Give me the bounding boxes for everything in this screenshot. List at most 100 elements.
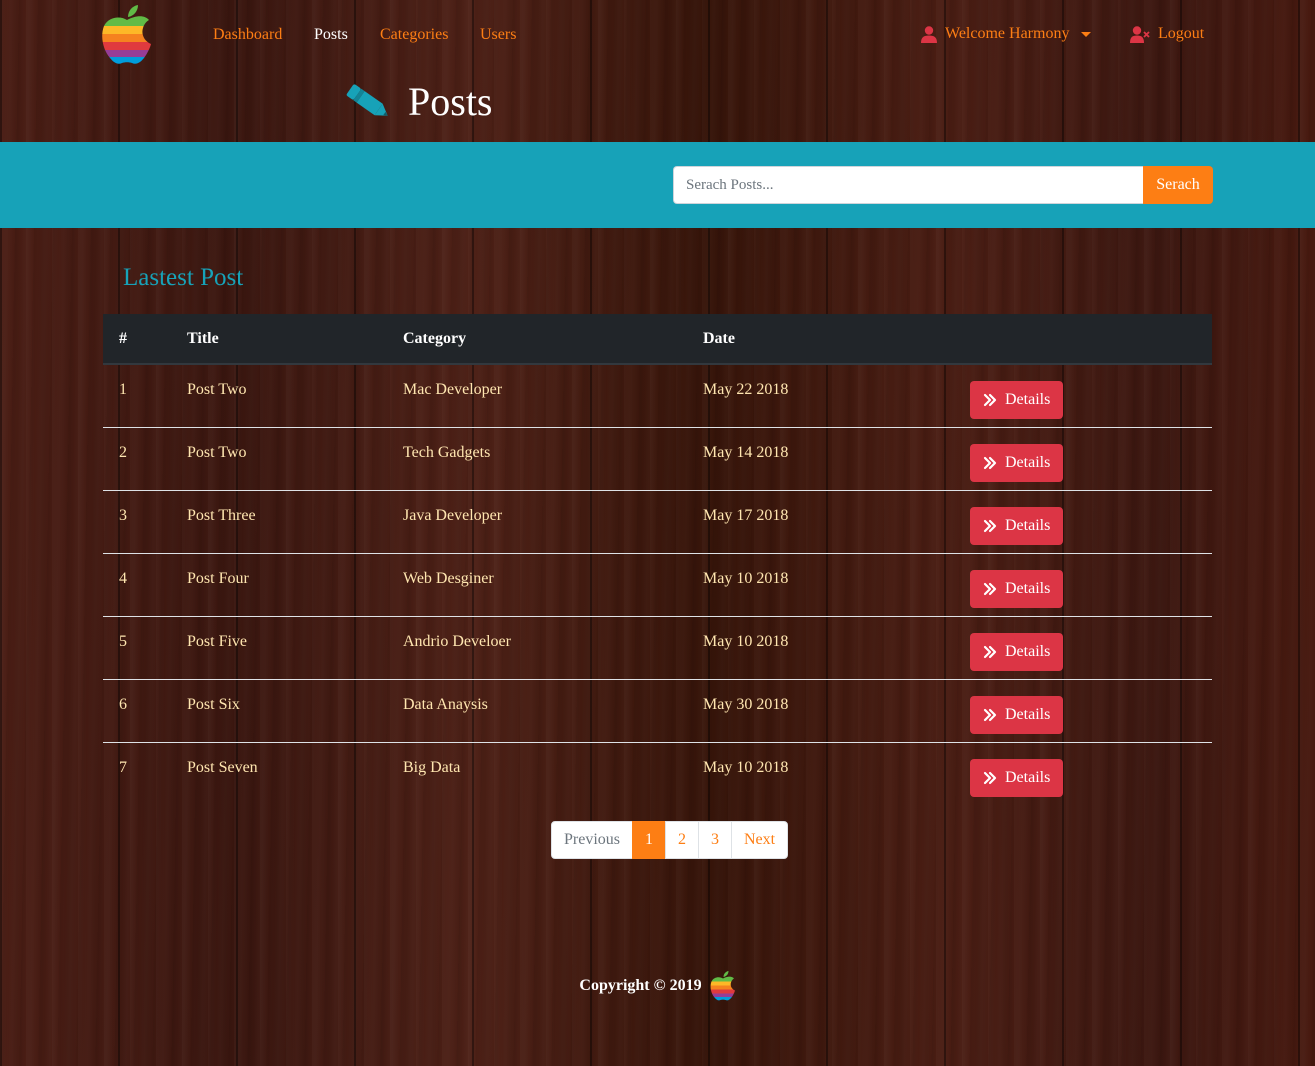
page-header: Posts: [342, 78, 493, 125]
row-date: May 17 2018: [703, 506, 789, 524]
column-header-number: #: [103, 314, 171, 365]
user-times-icon: [1130, 25, 1150, 43]
row-number: 6: [119, 695, 127, 713]
row-title: Post Six: [187, 695, 240, 713]
row-number: 1: [119, 381, 127, 398]
column-header-actions: [954, 314, 1212, 365]
nav-dashboard[interactable]: Dashboard: [213, 26, 282, 44]
angle-double-right-icon: [983, 708, 997, 721]
logout-link[interactable]: Logout: [1130, 25, 1204, 43]
welcome-label: Welcome Harmony: [945, 25, 1070, 42]
details-button[interactable]: Details: [970, 632, 1064, 671]
pencil-icon: [346, 83, 388, 116]
details-button[interactable]: Details: [970, 443, 1064, 482]
row-date: May 10 2018: [703, 632, 789, 650]
welcome-dropdown[interactable]: Welcome Harmony: [921, 25, 1092, 43]
row-date: May 10 2018: [703, 569, 789, 587]
row-action-cell: Details: [954, 679, 1212, 742]
pagination-page-3[interactable]: 3: [698, 821, 732, 859]
row-category: Andrio Develoer: [403, 632, 511, 650]
row-date: May 14 2018: [703, 443, 789, 461]
table-row: 2 Post Two Tech Gadgets May 14 2018 Details: [103, 427, 1212, 490]
row-title: Post Four: [187, 569, 249, 587]
row-number: 2: [119, 443, 127, 461]
details-label: Details: [1005, 579, 1051, 597]
row-action-cell: Details: [954, 364, 1212, 427]
posts-table-body: 1 Post Two Mac Developer May 22 2018 Details…: [103, 364, 1212, 805]
row-title: Post Two: [187, 443, 247, 461]
nav-posts[interactable]: Posts: [314, 26, 348, 44]
angle-double-right-icon: [983, 393, 997, 407]
table-row: 5 Post Five Andrio Develoer May 10 2018 Deta…: [103, 616, 1212, 679]
column-header-date: Date: [687, 314, 954, 365]
page-title: Posts: [408, 79, 493, 124]
copyright-text: Copyright © 2019: [579, 977, 702, 994]
row-title: Post Three: [187, 506, 256, 524]
details-label: Details: [1005, 453, 1051, 471]
row-action-cell: Details: [954, 490, 1212, 553]
row-action-cell: Details: [954, 553, 1212, 616]
table-row: 3 Post Three Java Developer May 17 2018 Deta…: [103, 490, 1212, 553]
row-category: Big Data: [403, 758, 461, 776]
pagination-next[interactable]: Next: [731, 821, 789, 859]
angle-double-right-icon: [983, 582, 997, 595]
pagination: Previous 1 2 3 Next: [551, 821, 789, 859]
user-icon: [921, 25, 937, 43]
details-label: Details: [1005, 705, 1051, 723]
details-label: Details: [1005, 391, 1051, 408]
table-row: 7 Post Seven Big Data May 10 2018 Details: [103, 742, 1212, 805]
row-date: May 10 2018: [703, 758, 789, 776]
row-number: 3: [119, 506, 127, 524]
search-button[interactable]: Serach: [1143, 166, 1213, 204]
logout-label: Logout: [1158, 25, 1205, 42]
row-date: May 30 2018: [703, 695, 789, 713]
apple-logo-icon: [710, 971, 735, 1001]
row-number: 7: [119, 758, 127, 776]
pagination-page-2[interactable]: 2: [665, 821, 699, 859]
row-action-cell: Details: [954, 427, 1212, 490]
row-category: Data Anaysis: [403, 695, 488, 713]
details-label: Details: [1005, 516, 1051, 534]
row-category: Java Developer: [403, 506, 503, 524]
details-button[interactable]: Details: [970, 569, 1064, 608]
angle-double-right-icon: [983, 519, 997, 532]
search-band: Serach: [0, 142, 1315, 228]
angle-double-right-icon: [983, 456, 997, 469]
row-date: May 22 2018: [703, 381, 789, 398]
details-button[interactable]: Details: [970, 758, 1064, 797]
caret-down-icon: [1081, 31, 1092, 37]
row-title: Post Two: [187, 381, 247, 398]
row-category: Web Desginer: [403, 569, 494, 587]
nav-categories[interactable]: Categories: [380, 26, 448, 44]
pagination-page-1[interactable]: 1: [632, 821, 666, 859]
details-button[interactable]: Details: [970, 381, 1064, 419]
nav-users[interactable]: Users: [480, 26, 516, 44]
details-button[interactable]: Details: [970, 695, 1064, 734]
details-label: Details: [1005, 642, 1051, 660]
column-header-title: Title: [171, 314, 387, 365]
row-title: Post Five: [187, 632, 248, 650]
column-header-category: Category: [387, 314, 687, 365]
row-number: 4: [119, 569, 127, 587]
table-row: 1 Post Two Mac Developer May 22 2018 Details: [103, 364, 1212, 427]
footer: Copyright © 2019: [0, 970, 1315, 1002]
angle-double-right-icon: [983, 645, 997, 658]
latest-posts-title: Lastest Post: [123, 264, 244, 291]
row-title: Post Seven: [187, 758, 258, 776]
row-category: Tech Gadgets: [403, 443, 491, 461]
table-row: 4 Post Four Web Desginer May 10 2018 Details: [103, 553, 1212, 616]
posts-table: # Title Category Date 1 Post Two Mac Devel…: [103, 314, 1212, 805]
navbar: Dashboard Posts Categories Users Welcome…: [0, 0, 1315, 70]
row-category: Mac Developer: [403, 381, 503, 398]
details-label: Details: [1005, 768, 1051, 786]
row-action-cell: Details: [954, 616, 1212, 679]
row-action-cell: Details: [954, 742, 1212, 805]
angle-double-right-icon: [983, 771, 997, 784]
row-number: 5: [119, 632, 127, 650]
apple-logo-icon[interactable]: [101, 4, 153, 66]
search-input[interactable]: [673, 166, 1144, 204]
pagination-previous[interactable]: Previous: [551, 821, 633, 859]
details-button[interactable]: Details: [970, 506, 1064, 545]
table-header-row: # Title Category Date: [103, 314, 1212, 365]
table-row: 6 Post Six Data Anaysis May 30 2018 Details: [103, 679, 1212, 742]
